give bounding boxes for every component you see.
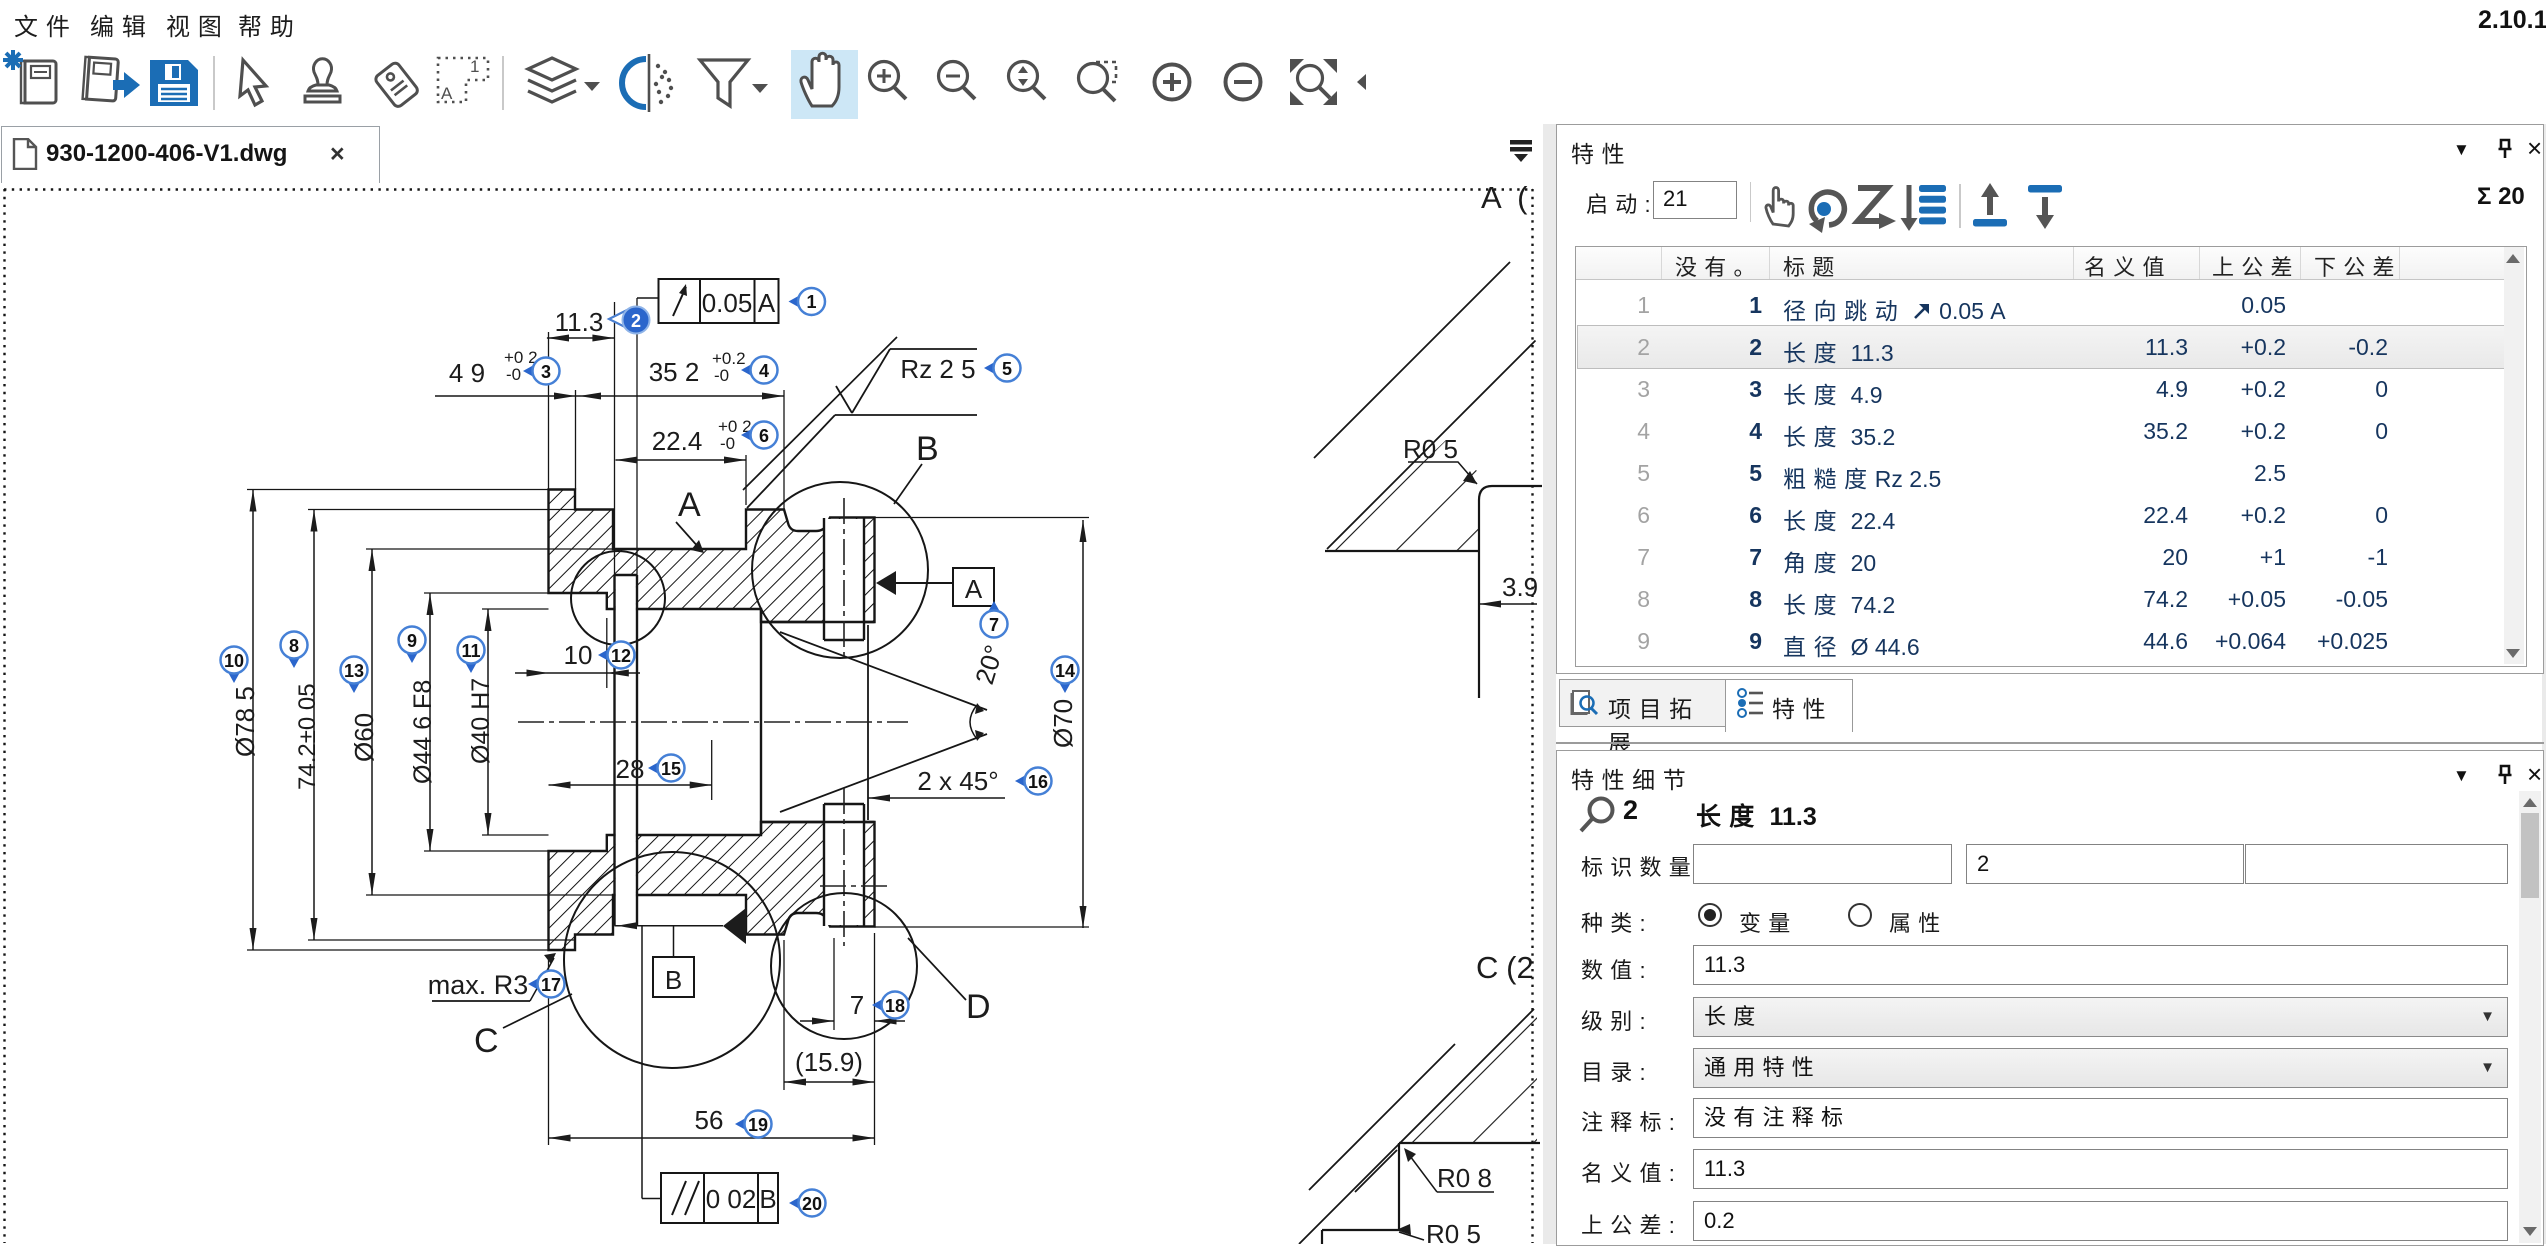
svg-text:22.4: 22.4 — [652, 426, 703, 456]
svg-text:D: D — [966, 988, 991, 1026]
svg-text:18: 18 — [885, 996, 905, 1016]
svg-text:Ø60: Ø60 — [349, 713, 379, 762]
svg-text:74.2±0 05: 74.2±0 05 — [294, 683, 321, 790]
svg-text:R0 8: R0 8 — [1437, 1163, 1492, 1193]
svg-text:R0 5: R0 5 — [1403, 434, 1458, 464]
svg-text:11.3: 11.3 — [555, 307, 604, 337]
svg-text:0.05: 0.05 — [702, 288, 753, 318]
svg-text:4: 4 — [759, 361, 769, 381]
svg-text:10: 10 — [564, 640, 593, 670]
svg-text:14: 14 — [1055, 661, 1075, 681]
svg-text:6: 6 — [759, 426, 769, 446]
svg-text:11: 11 — [461, 641, 480, 661]
svg-text:56: 56 — [695, 1105, 724, 1135]
svg-text:A: A — [965, 574, 983, 604]
svg-text:C: C — [474, 1022, 499, 1060]
svg-text:3.9: 3.9 — [1502, 572, 1538, 602]
svg-text:5: 5 — [1002, 359, 1012, 379]
svg-text:A: A — [758, 288, 776, 318]
svg-text:-0: -0 — [720, 434, 735, 453]
svg-text:35 2: 35 2 — [649, 357, 700, 387]
svg-text:B: B — [665, 965, 682, 995]
svg-text:A: A — [441, 84, 453, 103]
svg-text:10: 10 — [224, 651, 244, 671]
svg-text:-0: -0 — [506, 365, 521, 384]
svg-text:Ø44 6 F8: Ø44 6 F8 — [409, 680, 437, 784]
svg-text:Ø70: Ø70 — [1048, 699, 1078, 748]
svg-text:(15.9): (15.9) — [795, 1047, 863, 1077]
svg-text:Rz 2 5: Rz 2 5 — [900, 354, 975, 384]
svg-text:15: 15 — [661, 759, 681, 779]
svg-text:2: 2 — [631, 311, 641, 331]
svg-text:7: 7 — [850, 990, 864, 1020]
svg-text:B: B — [759, 1184, 776, 1214]
svg-text:4 9: 4 9 — [449, 358, 485, 388]
svg-text:12: 12 — [611, 646, 631, 666]
svg-text:19: 19 — [748, 1115, 768, 1135]
svg-text:2 x 45°: 2 x 45° — [917, 766, 998, 796]
svg-text:28: 28 — [616, 754, 645, 784]
svg-text:A: A — [678, 486, 701, 524]
svg-text:1: 1 — [470, 57, 479, 76]
svg-text:8: 8 — [289, 636, 299, 656]
svg-text:R0 5: R0 5 — [1426, 1219, 1481, 1244]
svg-text:max. R3: max. R3 — [428, 970, 529, 1000]
svg-text:20°: 20° — [969, 641, 1009, 687]
svg-text:13: 13 — [344, 661, 364, 681]
svg-text:C (2: C (2 — [1476, 950, 1534, 985]
svg-text:A (: A ( — [1481, 183, 1528, 215]
svg-text:-0: -0 — [714, 366, 729, 385]
svg-text:B: B — [916, 430, 939, 468]
svg-text:3: 3 — [541, 362, 551, 382]
svg-text:7: 7 — [989, 615, 999, 635]
svg-text:0 02: 0 02 — [706, 1184, 757, 1214]
svg-text:Ø78 5: Ø78 5 — [230, 686, 260, 757]
svg-text:17: 17 — [541, 975, 561, 995]
svg-text:1: 1 — [806, 292, 816, 312]
svg-text:16: 16 — [1028, 772, 1048, 792]
svg-text:Ø40 H7: Ø40 H7 — [467, 678, 495, 764]
svg-text:9: 9 — [407, 631, 417, 651]
svg-text:20: 20 — [802, 1194, 822, 1214]
